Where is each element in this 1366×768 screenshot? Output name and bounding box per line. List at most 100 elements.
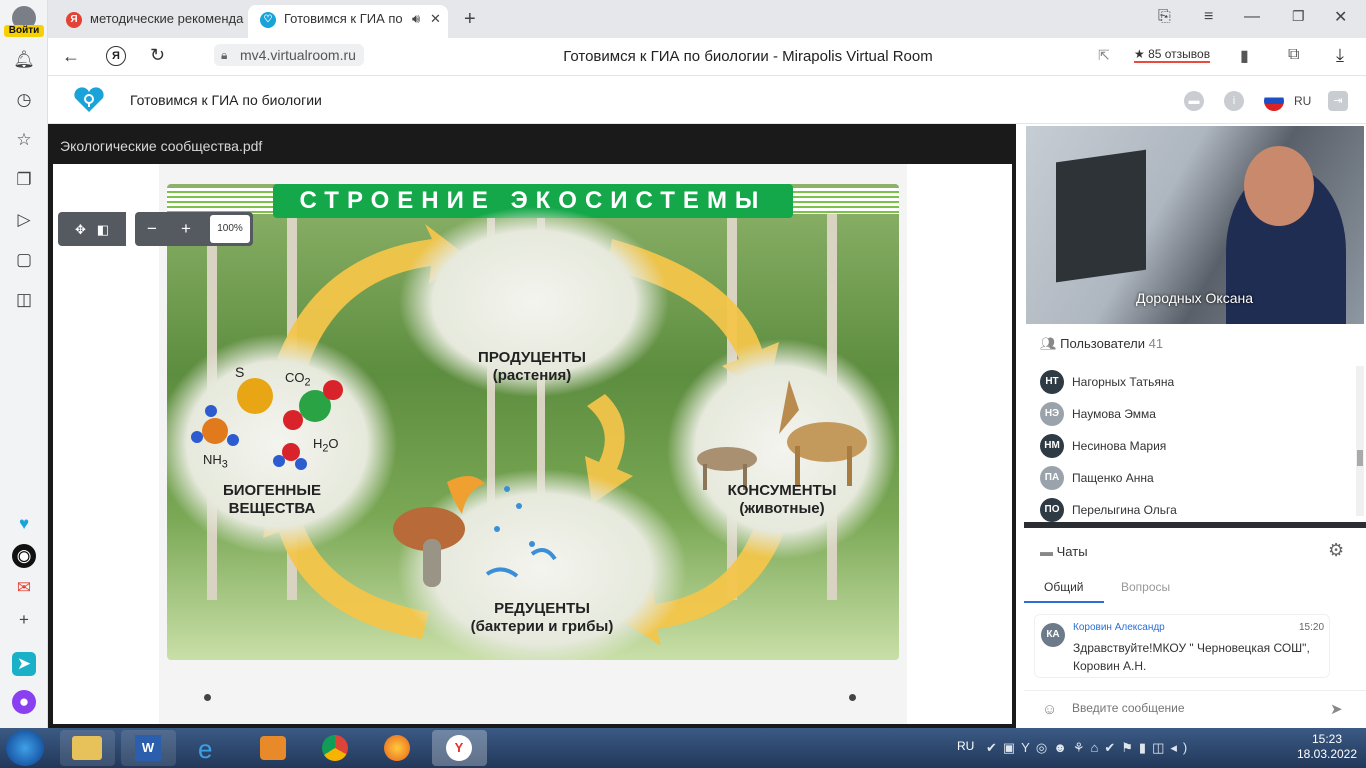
user-row[interactable]: НМ Несинова Мария [1024,430,1366,462]
ie-icon: e [198,734,213,764]
url-field[interactable]: mv4.virtualroom.ru [214,44,364,66]
send-icon[interactable]: ➤ [1330,700,1343,718]
bookmark-icon[interactable]: ▮ [1240,46,1249,66]
chats-header: ▬ Чаты [1040,544,1088,559]
restore-icon[interactable]: ❐ [1292,8,1305,25]
back-icon[interactable]: ← [62,46,80,67]
share-icon[interactable]: ⇱ [1098,47,1110,64]
presenter-name: Дородных Оксана [1136,290,1254,306]
word-taskbar-button[interactable]: W [121,730,176,766]
language-label[interactable]: RU [1294,94,1311,108]
user-name: Нагорных Татьяна [1072,375,1175,389]
biogenic-bubble [167,334,397,554]
zoom-out-button[interactable]: − [135,212,169,246]
address-bar: ← Я ↻ mv4.virtualroom.ru 🔒︎ Готовимся к … [48,38,1366,76]
user-name: Наумова Эмма [1072,407,1156,421]
presenter-video[interactable]: Дородных Оксана [1026,126,1364,324]
speaker-icon: 🔊︎ [412,11,421,26]
explorer-taskbar-button[interactable] [60,730,115,766]
reducers-sublabel: (бактерии и грибы) [470,618,614,635]
yandex-icon[interactable]: Я [106,46,126,66]
screenshot-icon[interactable]: ◫ [12,288,36,312]
close-window-icon[interactable]: ✕ [1334,7,1347,27]
info-icon[interactable]: i [1224,91,1244,111]
app-title: Готовимся к ГИА по биологии [130,92,322,108]
page-dot [204,694,211,701]
alice-icon[interactable]: ● [12,690,36,714]
input-language[interactable]: RU [957,739,974,753]
tab-title: методические рекоменда [90,11,244,26]
message-author[interactable]: Коровин Александр [1073,622,1165,633]
browser-sidebar: Войти 🔔︎ ◷ ☆ ❐ ▷ ▢ ◫ ♥ ◉ ✉ + ➤ ● [0,0,48,728]
chrome-taskbar-button[interactable] [308,730,363,766]
system-clock[interactable]: 15:23 18.03.2022 [1294,732,1360,762]
users-list: НТ Нагорных Татьяна НЭ Наумова Эмма НМ Н… [1024,366,1366,526]
mirapolis-app-icon[interactable]: ♥ [12,512,36,536]
bookmarks-icon[interactable]: ⎘ [1158,8,1171,26]
counter-icon[interactable]: ▢ [12,248,36,272]
tab-title: Готовимся к ГИА по [284,11,403,26]
user-row[interactable]: НЭ Наумова Эмма [1024,398,1366,430]
start-button[interactable] [6,730,44,766]
consumers-label: КОНСУМЕНТЫ [727,482,837,499]
menu-icon[interactable]: ≡ [1204,8,1213,26]
pan-tool-button[interactable]: ✥ ◧ [58,212,126,246]
emoji-icon[interactable]: ☺ [1042,701,1057,718]
messenger-icon[interactable]: ➤ [12,652,36,676]
tab-general[interactable]: Общий [1044,580,1084,594]
ie-taskbar-button[interactable]: e [184,730,239,766]
user-avatar: НЭ [1040,402,1064,426]
new-tab-icon[interactable]: + [464,8,476,31]
chat-message: КА Коровин Александр 15:20 Здравствуйте!… [1034,614,1330,678]
chat-input[interactable] [1072,701,1322,715]
page-dot [849,694,856,701]
clock-time: 15:23 [1311,732,1343,746]
user-row[interactable]: ПА Пащенко Анна [1024,462,1366,494]
extensions-icon[interactable]: ⧉ [1288,46,1299,64]
firefox-icon [384,735,410,761]
russian-flag-icon[interactable] [1264,91,1284,111]
app-header: Готовимся к ГИА по биологии ▬ i RU ⇥ [48,77,1366,124]
exit-icon[interactable]: ⇥ [1328,91,1348,111]
presentation-panel: Экологические сообщества.pdf СТРОЕНИЕ ЭК… [48,124,1016,728]
nh3-label: NH3 [203,452,228,471]
close-tab-icon[interactable]: ✕ [430,5,441,33]
bell-icon[interactable]: 🔔︎ [12,48,36,72]
users-scrollbar[interactable] [1356,366,1364,516]
panel-divider[interactable] [1024,522,1366,528]
play-icon[interactable]: ▷ [12,208,36,232]
gear-icon[interactable]: ⚙ [1328,540,1344,561]
users-count: 41 [1148,336,1164,351]
collections-icon[interactable]: ❐ [12,168,36,192]
zoom-value[interactable]: 100% [210,215,250,243]
star-icon[interactable]: ☆ [12,128,36,152]
pdf-viewer[interactable]: СТРОЕНИЕ ЭКОСИСТЕМЫ ПРОДУЦЕНТЫ (растения… [53,164,1012,724]
login-button[interactable]: Войти [4,25,44,37]
user-row[interactable]: НТ Нагорных Татьяна [1024,366,1366,398]
zoom-in-button[interactable]: + [169,212,203,246]
camera-app-icon[interactable]: ◉ [12,544,36,568]
tray-icons[interactable]: ✔▣Y◎☻⚘⌂✔⚑▮◫◂) [986,740,1193,756]
windows-taskbar: W e Y RU ✔▣Y◎☻⚘⌂✔⚑▮◫◂) 15:23 18.03.2022 [0,728,1366,768]
reload-icon[interactable]: ↻ [150,45,165,66]
media-taskbar-button[interactable] [246,730,301,766]
tab-questions[interactable]: Вопросы [1121,580,1170,594]
ecosystem-slide: СТРОЕНИЕ ЭКОСИСТЕМЫ ПРОДУЦЕНТЫ (растения… [167,184,899,660]
reducers-label: РЕДУЦЕНТЫ [494,600,590,617]
slide-page: СТРОЕНИЕ ЭКОСИСТЕМЫ ПРОДУЦЕНТЫ (растения… [159,164,907,724]
firefox-taskbar-button[interactable] [370,730,425,766]
tab-virtualroom[interactable]: ♡ Готовимся к ГИА по 🔊︎ ✕ [248,5,448,38]
minimize-icon[interactable]: — [1244,8,1260,26]
download-icon[interactable]: ⤓ [1336,45,1344,66]
h2o-label: H2O [313,436,339,455]
yandex-taskbar-button[interactable]: Y [432,730,487,766]
monitor-shape [1056,149,1146,283]
chats-label: Чаты [1056,544,1088,559]
history-icon[interactable]: ◷ [12,88,36,112]
mail-icon[interactable]: ✉ [12,576,36,600]
add-icon[interactable]: + [12,608,36,632]
tab-methodical[interactable]: Я методические рекоменда [54,5,246,38]
folder-icon[interactable]: ▬ [1184,91,1204,111]
user-avatar: НМ [1040,434,1064,458]
reviews-link[interactable]: ★ 85 отзывов [1134,47,1211,63]
